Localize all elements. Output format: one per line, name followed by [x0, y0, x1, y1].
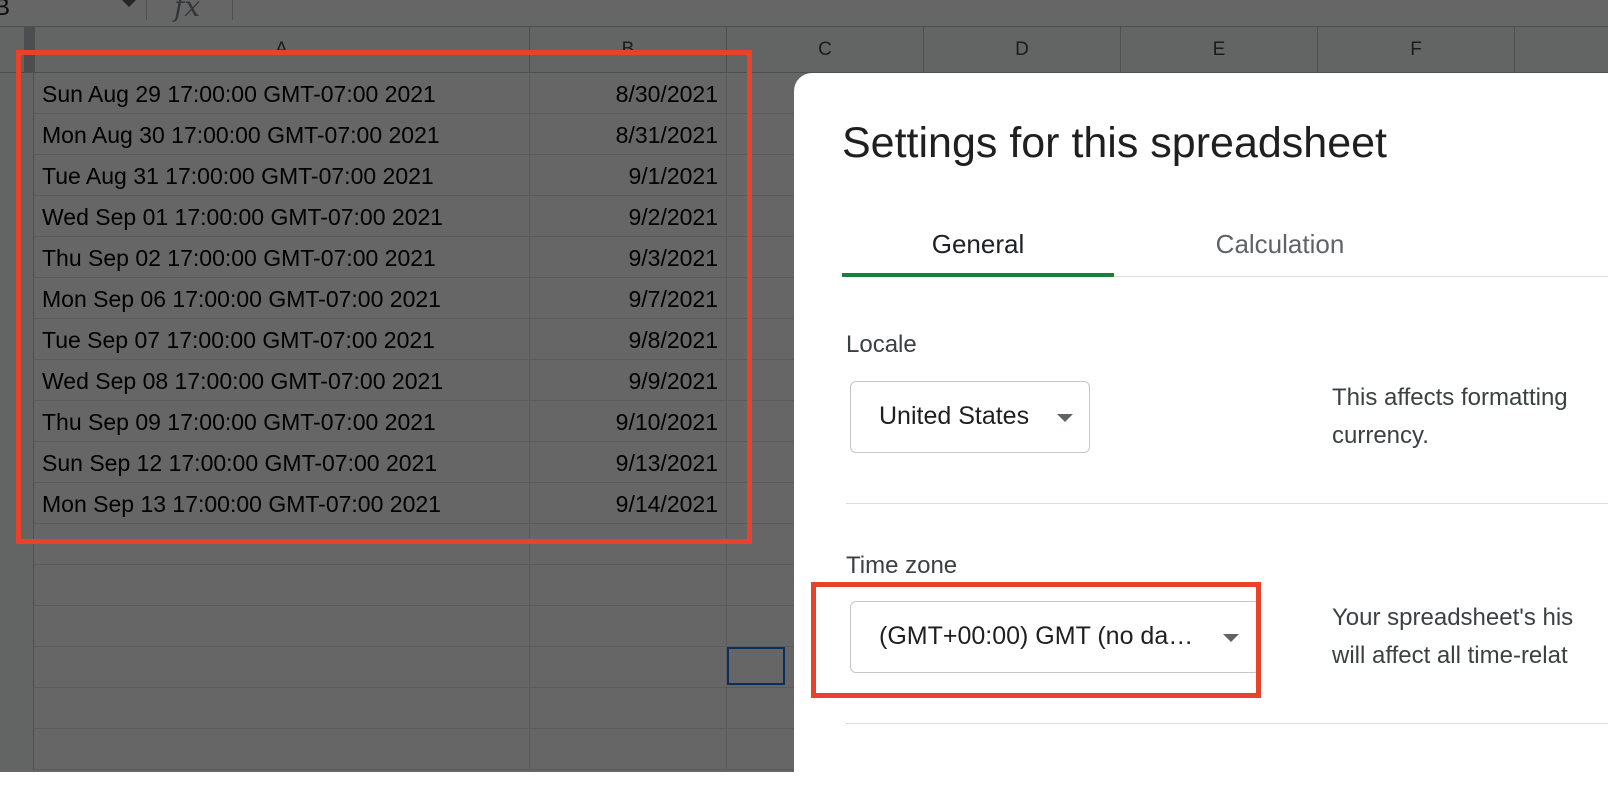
timezone-label: Time zone — [846, 552, 958, 579]
locale-select[interactable]: United States — [850, 381, 1090, 453]
highlight-box-timezone — [811, 582, 1261, 698]
timezone-description: Your spreadsheet's his will affect all t… — [1332, 599, 1573, 675]
tab-general[interactable]: General — [842, 229, 1114, 275]
locale-description: This affects formatting currency. — [1332, 379, 1568, 455]
chevron-down-icon — [1057, 414, 1073, 422]
locale-label: Locale — [846, 331, 917, 358]
locale-description-line: currency. — [1332, 422, 1429, 449]
locale-select-value: United States — [879, 402, 1030, 430]
timezone-description-line: will affect all time-relat — [1332, 642, 1568, 669]
active-tab-indicator — [842, 273, 1114, 277]
timezone-description-line: Your spreadsheet's his — [1332, 604, 1574, 631]
dialog-title: Settings for this spreadsheet — [842, 119, 1387, 167]
section-divider — [846, 723, 1608, 724]
locale-description-line: This affects formatting — [1332, 384, 1568, 411]
highlight-box-data-range — [16, 50, 752, 544]
tab-calculation[interactable]: Calculation — [1114, 229, 1446, 275]
section-divider — [846, 503, 1608, 504]
